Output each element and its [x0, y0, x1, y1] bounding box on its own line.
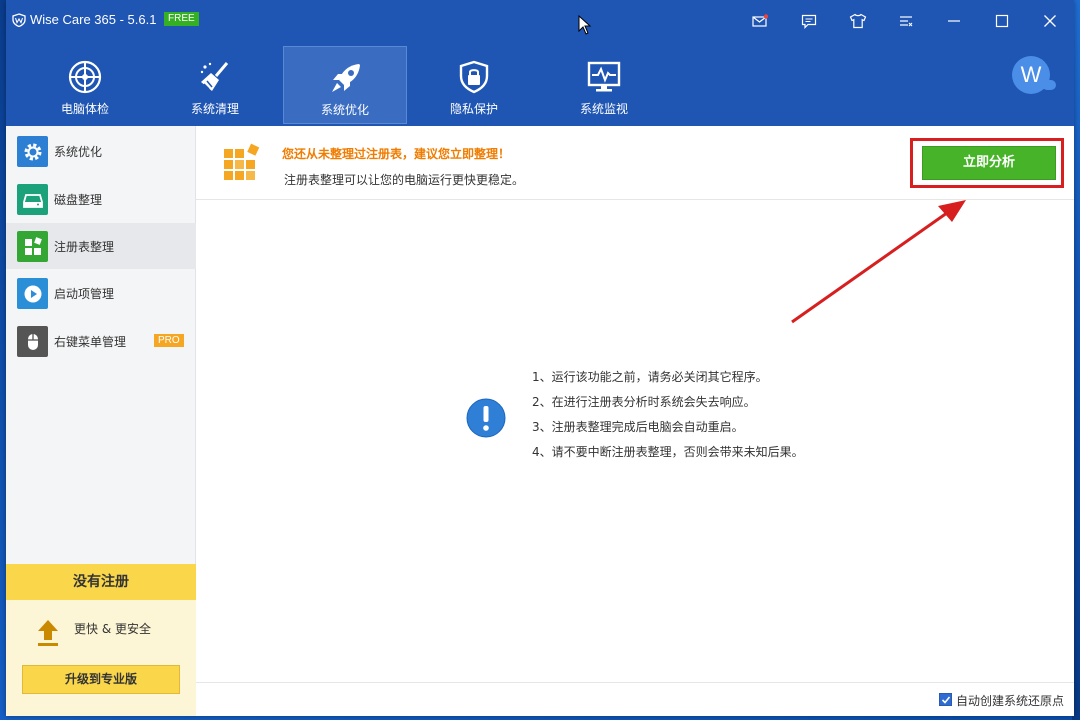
app-logo-icon: [12, 13, 26, 27]
tip-item: 4、请不要中断注册表整理，否则会带来未知后果。: [532, 445, 804, 459]
minimize-icon[interactable]: [940, 8, 968, 34]
unregistered-header: 没有注册: [6, 564, 196, 600]
info-exclamation-icon: [466, 398, 506, 438]
nav-label: 系统优化: [320, 103, 369, 117]
menu-icon[interactable]: [892, 8, 920, 34]
mouse-cursor-icon: [578, 15, 592, 35]
registry-blocks-icon: [224, 143, 260, 180]
restore-point-checkbox[interactable]: [939, 693, 952, 706]
upgrade-button[interactable]: 升级到专业版: [22, 665, 180, 694]
rocket-icon: [332, 64, 360, 92]
nav-item-cleanup[interactable]: 系统清理: [153, 46, 277, 124]
main-content: 您还从未整理过注册表，建议您立即整理！ 注册表整理可以让您的电脑运行更快更稳定。…: [196, 126, 1074, 716]
sidebar-item-registry[interactable]: 注册表整理: [6, 223, 196, 269]
main-nav: 电脑体检 系统清理 系统优化 隐私保护 系统监视 W: [6, 44, 1074, 126]
lock-shield-icon: [459, 60, 489, 94]
gear-icon: [17, 136, 48, 167]
nav-item-monitor[interactable]: 系统监视: [542, 46, 666, 124]
close-icon[interactable]: [1036, 8, 1064, 34]
monitor-pulse-icon: [587, 61, 621, 92]
sidebar-item-label: 系统优化: [54, 145, 103, 159]
maximize-icon[interactable]: [988, 8, 1016, 34]
title-bar[interactable]: Wise Care 365 - 5.6.1 FREE: [6, 0, 1074, 44]
nav-label: 系统清理: [190, 102, 239, 116]
warning-subtitle: 注册表整理可以让您的电脑运行更快更稳定。: [284, 173, 525, 187]
sidebar-item-label: 磁盘整理: [54, 193, 103, 207]
nav-item-optimize[interactable]: 系统优化: [283, 46, 407, 124]
app-title: Wise Care 365 - 5.6.1: [30, 12, 157, 27]
sidebar-item-disk[interactable]: 磁盘整理: [6, 176, 196, 222]
status-banner: 您还从未整理过注册表，建议您立即整理！ 注册表整理可以让您的电脑运行更快更稳定。…: [196, 126, 1074, 200]
sidebar-item-system-optimize[interactable]: 系统优化: [6, 128, 196, 174]
content-footer: 自动创建系统还原点: [196, 682, 1074, 716]
chat-icon[interactable]: [795, 8, 823, 34]
disk-icon: [17, 184, 48, 215]
sidebar-item-startup[interactable]: 启动项管理: [6, 270, 196, 316]
sidebar: 系统优化 磁盘整理 注册表整理 启动项管理 右键菜单管理 PRO 没有注册 更快…: [6, 126, 196, 716]
nav-label: 隐私保护: [449, 102, 498, 116]
nav-label: 电脑体检: [60, 102, 109, 116]
app-window: Wise Care 365 - 5.6.1 FREE 电脑体检 系统清理 系统优…: [6, 0, 1074, 716]
pro-badge: PRO: [154, 334, 184, 347]
promo-panel: 更快 & 更安全 升级到专业版: [6, 600, 196, 716]
sidebar-item-label: 注册表整理: [54, 240, 115, 254]
radar-icon: [68, 60, 102, 94]
tip-item: 3、注册表整理完成后电脑会自动重启。: [532, 420, 744, 434]
broom-icon: [200, 62, 229, 91]
mail-icon[interactable]: [746, 8, 774, 34]
sidebar-item-label: 启动项管理: [54, 287, 115, 301]
sidebar-item-label: 右键菜单管理: [54, 335, 127, 349]
nav-item-privacy[interactable]: 隐私保护: [412, 46, 536, 124]
analyze-now-button[interactable]: 立即分析: [922, 146, 1056, 180]
free-badge: FREE: [164, 12, 199, 26]
tip-item: 1、运行该功能之前，请务必关闭其它程序。: [532, 370, 768, 384]
mouse-icon: [17, 326, 48, 357]
nav-item-checkup[interactable]: 电脑体检: [23, 46, 147, 124]
check-icon: [941, 695, 950, 704]
sidebar-item-context-menu[interactable]: 右键菜单管理 PRO: [6, 318, 196, 364]
promo-text: 更快 & 更安全: [74, 622, 151, 636]
tip-item: 2、在进行注册表分析时系统会失去响应。: [532, 395, 756, 409]
tshirt-icon[interactable]: [844, 8, 872, 34]
warning-title: 您还从未整理过注册表，建议您立即整理！: [282, 147, 511, 161]
avatar-badge: [1042, 80, 1056, 90]
nav-label: 系统监视: [579, 102, 628, 116]
blocks-icon: [17, 231, 48, 262]
play-icon: [17, 278, 48, 309]
upgrade-arrow-icon: [38, 620, 58, 646]
restore-point-label: 自动创建系统还原点: [956, 694, 1065, 708]
